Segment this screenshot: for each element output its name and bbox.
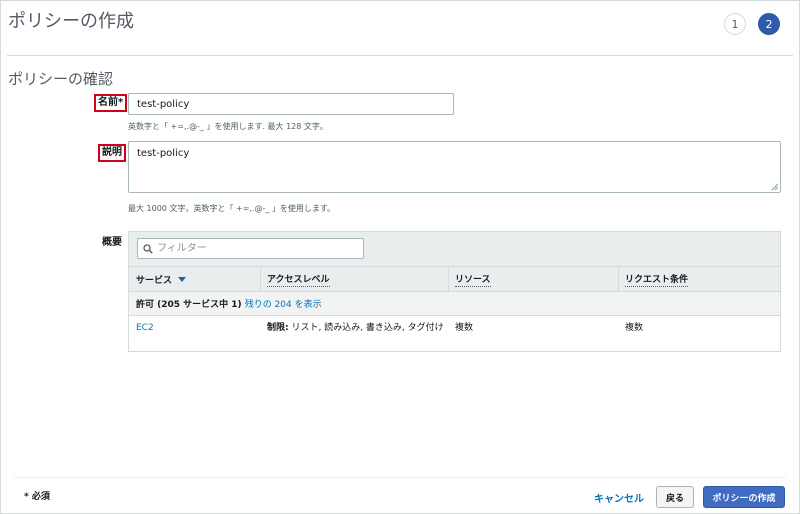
column-header-label: アクセスレベル	[267, 272, 330, 287]
cancel-button[interactable]: キャンセル	[594, 490, 644, 505]
summary-toolbar	[129, 232, 780, 266]
footer-divider	[14, 477, 786, 478]
column-header-access-level[interactable]: アクセスレベル	[260, 267, 448, 291]
show-remaining-link[interactable]: 残りの 204 を表示	[245, 297, 322, 310]
sort-caret-icon[interactable]	[178, 276, 187, 282]
summary-table: サービス アクセスレベル リソース リクエスト条件 許可 (205 サービス中 …	[128, 231, 781, 352]
required-note: * 必須	[24, 492, 50, 502]
create-policy-button[interactable]: ポリシーの作成	[703, 486, 785, 508]
service-link-ec2[interactable]: EC2	[136, 323, 154, 333]
name-hint: 英数字と「 +=,.@-_ 」を使用します. 最大 128 文字。	[128, 122, 328, 131]
access-level-value: リスト, 読み込み, 書き込み, タグ付け	[288, 323, 444, 333]
table-row: EC2 制限: リスト, 読み込み, 書き込み, タグ付け 複数 複数	[129, 316, 780, 352]
table-header: サービス アクセスレベル リソース リクエスト条件	[129, 266, 780, 292]
page-title: ポリシーの作成	[8, 11, 134, 32]
summary-label: 概要	[102, 237, 122, 248]
access-level-cell: 制限: リスト, 読み込み, 書き込み, タグ付け	[267, 322, 447, 335]
step-1[interactable]: 1	[724, 13, 746, 35]
column-header-resource[interactable]: リソース	[448, 267, 618, 291]
section-title: ポリシーの確認	[8, 70, 114, 88]
back-button[interactable]: 戻る	[656, 486, 694, 508]
access-level-prefix: 制限:	[267, 323, 289, 333]
resource-cell: 複数	[455, 323, 474, 333]
column-header-label: サービス	[136, 275, 173, 286]
filter-box[interactable]	[137, 238, 364, 259]
search-icon	[143, 243, 153, 254]
description-hint: 最大 1000 文字。英数字と「 +=,.@-_ 」を使用します。	[128, 204, 336, 213]
name-label: 名前*	[94, 94, 128, 112]
column-header-label: リソース	[455, 272, 491, 287]
column-header-request-condition[interactable]: リクエスト条件	[618, 267, 782, 291]
step-2[interactable]: 2	[758, 13, 780, 35]
description-textarea[interactable]: test-policy	[128, 141, 781, 193]
step-indicator: 1 2	[724, 13, 780, 35]
description-label: 説明	[98, 144, 126, 162]
group-text: 許可 (205 サービス中 1)	[136, 300, 242, 310]
filter-input[interactable]	[157, 243, 357, 254]
resize-grip-icon[interactable]	[770, 182, 778, 190]
column-header-service[interactable]: サービス	[129, 267, 260, 291]
header-divider	[7, 55, 793, 56]
service-cell: EC2	[136, 322, 154, 335]
column-header-label: リクエスト条件	[625, 272, 689, 287]
request-condition-cell: 複数	[625, 323, 644, 333]
name-input[interactable]	[128, 93, 454, 115]
group-row: 許可 (205 サービス中 1) 残りの 204 を表示	[129, 292, 780, 316]
